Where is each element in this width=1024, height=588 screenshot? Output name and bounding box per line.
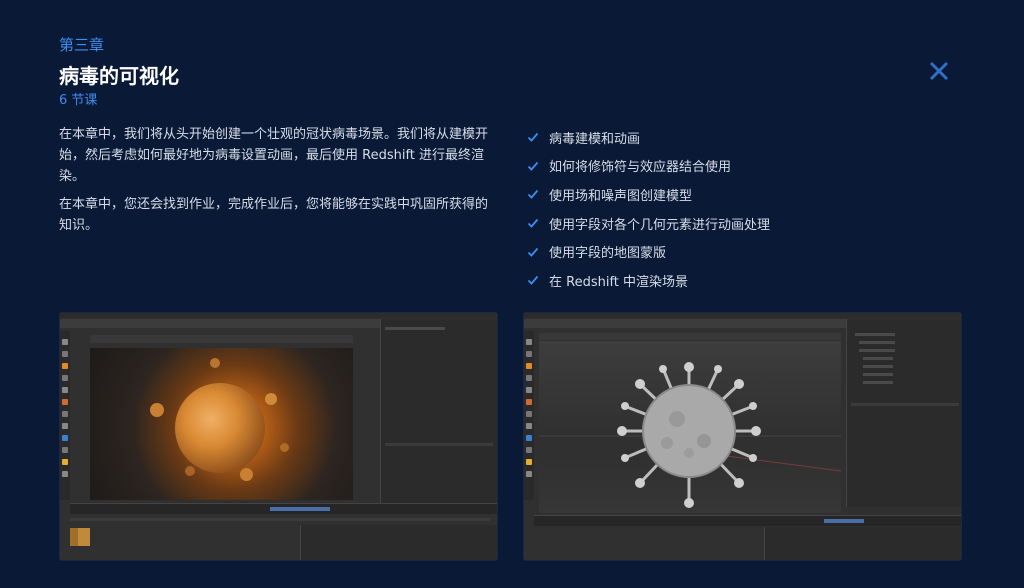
tool-palette — [524, 331, 534, 500]
object-manager — [846, 319, 961, 507]
check-icon — [527, 276, 539, 286]
description-paragraph: 在本章中，您还会找到作业，完成作业后，您将能够在实践中巩固所获得的知识。 — [59, 197, 489, 233]
render-screenshot[interactable] — [59, 312, 498, 561]
checklist-item: 病毒建模和动画 — [527, 123, 770, 152]
render-view-toolbar — [90, 335, 353, 343]
check-icon — [527, 161, 539, 171]
modeling-screenshot[interactable] — [523, 312, 962, 561]
checklist-label: 如何将修饰符与效应器结合使用 — [549, 160, 732, 176]
timeline[interactable] — [70, 503, 497, 514]
close-icon — [929, 61, 949, 81]
chapter-label: 第三章 — [59, 36, 105, 54]
checklist-label: 使用场和噪声图创建模型 — [549, 188, 693, 204]
viewport-menu — [539, 333, 841, 340]
coordinates-panel — [300, 525, 497, 560]
check-icon — [527, 133, 539, 143]
transport-controls — [70, 518, 490, 521]
checklist-item: 使用场和噪声图创建模型 — [527, 180, 770, 209]
close-button[interactable] — [924, 56, 954, 86]
check-icon — [527, 247, 539, 257]
topic-checklist: 病毒建模和动画 如何将修饰符与效应器结合使用 使用场和噪声图创建模型 使用字段对… — [527, 123, 770, 295]
coordinates-panel — [764, 527, 961, 560]
checklist-item: 如何将修饰符与效应器结合使用 — [527, 152, 770, 181]
checklist-label: 病毒建模和动画 — [549, 131, 641, 147]
render-viewport — [90, 348, 353, 500]
checklist-item: 在 Redshift 中渲染场景 — [527, 266, 770, 295]
checklist-label: 使用字段对各个几何元素进行动画处理 — [549, 217, 771, 233]
description-paragraph: 在本章中，我们将从头开始创建一个壮观的冠状病毒场景。我们将从建模开始，然后考虑如… — [59, 127, 489, 184]
timeline[interactable] — [534, 515, 961, 526]
check-icon — [527, 190, 539, 200]
checklist-item: 使用字段的地图蒙版 — [527, 237, 770, 266]
lesson-count: 6 节课 — [59, 93, 98, 108]
virus-model — [539, 362, 841, 508]
tool-palette — [60, 331, 70, 500]
checklist-label: 在 Redshift 中渲染场景 — [549, 274, 689, 290]
check-icon — [527, 218, 539, 228]
perspective-viewport[interactable] — [539, 341, 841, 513]
chapter-title: 病毒的可视化 — [59, 64, 179, 88]
virus-render-image — [175, 383, 265, 473]
checklist-item: 使用字段对各个几何元素进行动画处理 — [527, 209, 770, 238]
chapter-description: 在本章中，我们将从头开始创建一个壮观的冠状病毒场景。我们将从建模开始，然后考虑如… — [59, 124, 499, 243]
menu-bar — [60, 313, 497, 318]
attributes-panel — [380, 319, 497, 507]
checklist-label: 使用字段的地图蒙版 — [549, 246, 667, 262]
menu-bar — [524, 313, 961, 318]
